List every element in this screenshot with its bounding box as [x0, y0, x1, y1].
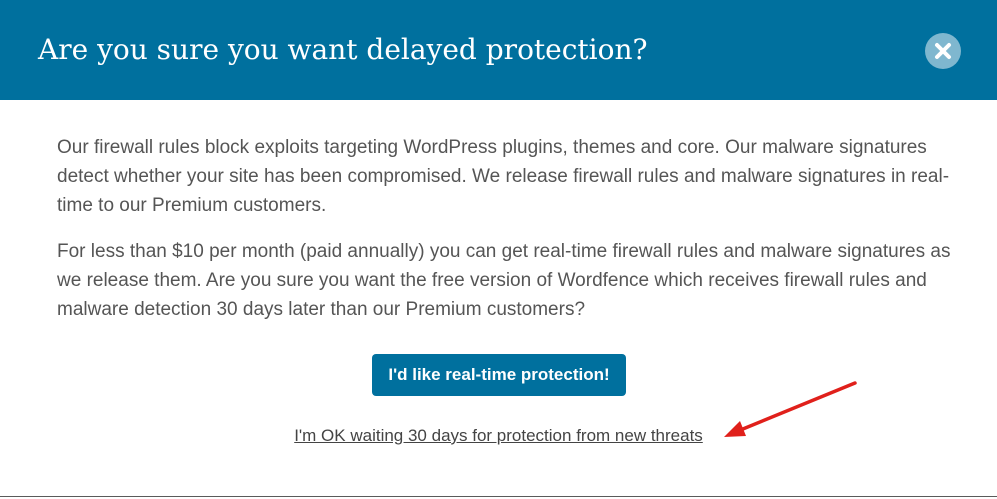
- modal-header: Are you sure you want delayed protection…: [0, 0, 997, 100]
- premium-offer-paragraph: For less than $10 per month (paid annual…: [57, 241, 951, 320]
- close-button[interactable]: [925, 33, 961, 69]
- annotation-arrow-icon: [724, 381, 857, 437]
- close-icon: [935, 43, 951, 59]
- modal-title: Are you sure you want delayed protection…: [38, 33, 648, 66]
- firewall-description-paragraph: Our firewall rules block exploits target…: [57, 137, 950, 216]
- real-time-protection-button[interactable]: I'd like real-time protection!: [372, 354, 626, 396]
- modal-body: Our firewall rules block exploits target…: [57, 133, 957, 324]
- delayed-protection-modal: Are you sure you want delayed protection…: [0, 0, 997, 499]
- bottom-divider: [0, 496, 997, 497]
